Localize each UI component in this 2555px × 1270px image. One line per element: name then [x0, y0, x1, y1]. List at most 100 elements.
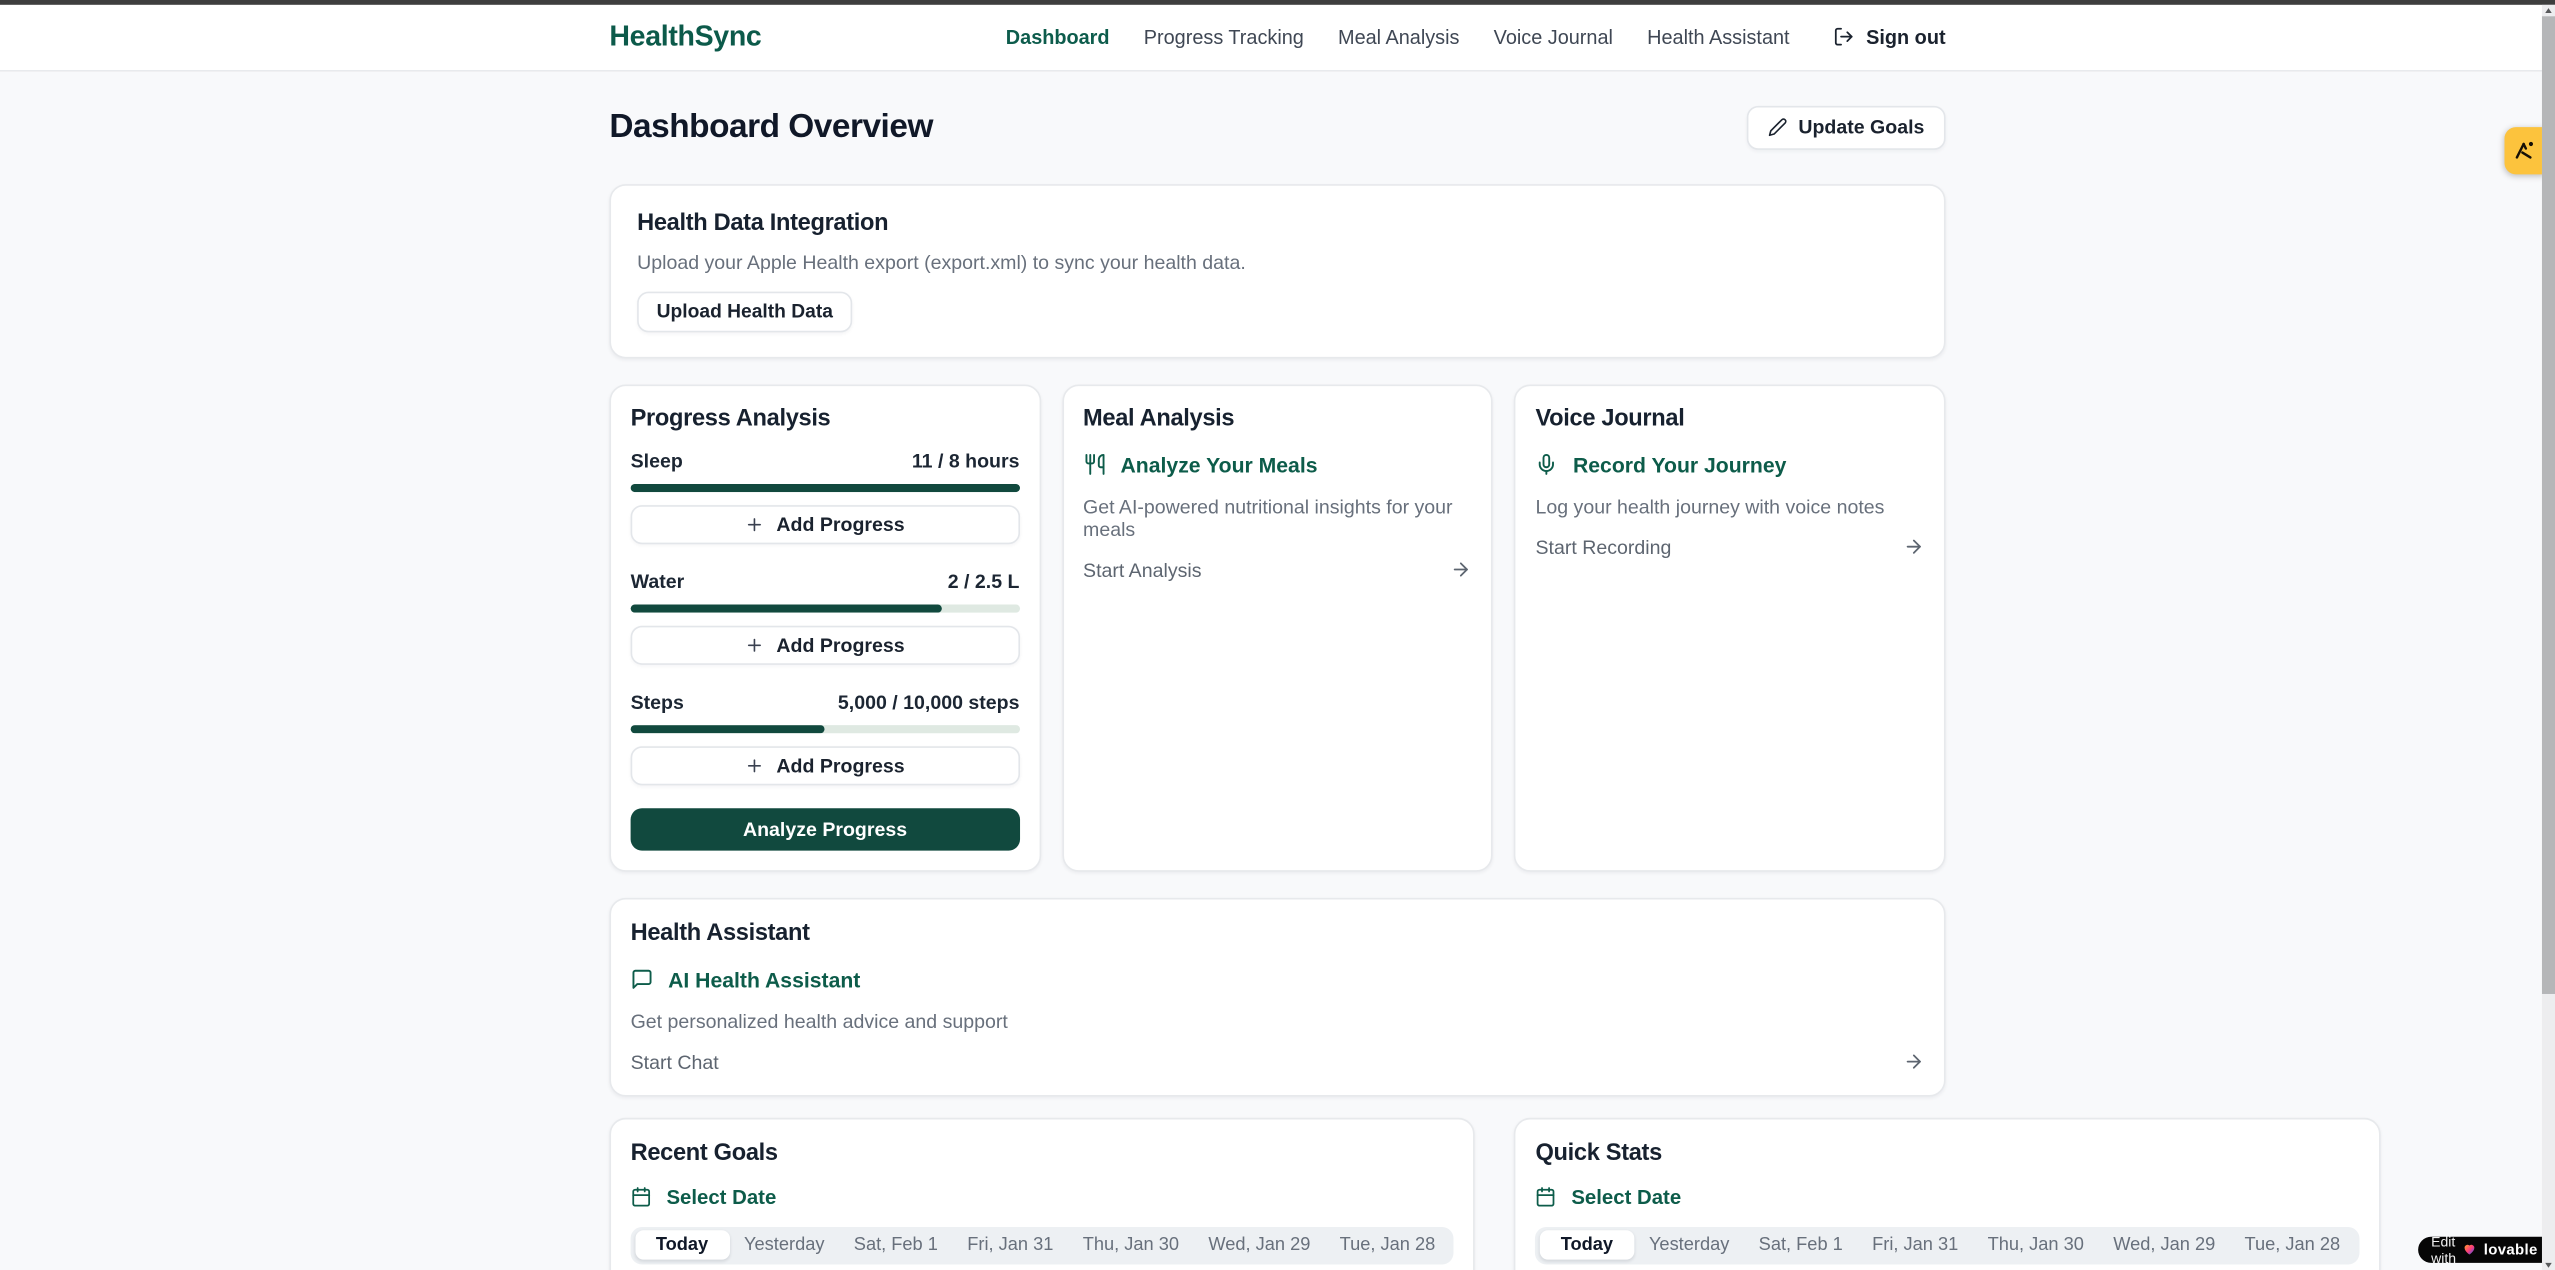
- lovable-heart-icon: [2463, 1242, 2478, 1257]
- steps-progressbar: [631, 724, 1020, 733]
- add-progress-steps-button[interactable]: Add Progress: [631, 746, 1020, 784]
- chat-bubble-icon: [631, 968, 654, 991]
- metric-sleep-value: 11 / 8 hours: [912, 449, 1020, 472]
- assistant-description: Get personalized health advice and suppo…: [631, 1010, 1925, 1033]
- metric-water: Water 2 / 2.5 L Add Progress: [631, 570, 1020, 665]
- update-goals-label: Update Goals: [1798, 116, 1924, 139]
- page-scrollbar[interactable]: [2542, 4, 2555, 1270]
- scrollbar-down-arrow-icon[interactable]: [2544, 1262, 2551, 1267]
- tab-today[interactable]: Today: [1540, 1230, 1635, 1259]
- add-progress-label: Add Progress: [776, 513, 904, 536]
- plus-icon: [745, 756, 765, 776]
- upload-health-data-button[interactable]: Upload Health Data: [637, 291, 852, 332]
- add-progress-water-button[interactable]: Add Progress: [631, 626, 1020, 664]
- scrollbar-up-arrow-icon[interactable]: [2544, 7, 2551, 12]
- scrollbar-thumb[interactable]: [2542, 16, 2555, 994]
- voice-journal-title: Voice Journal: [1535, 405, 1924, 431]
- add-progress-label: Add Progress: [776, 754, 904, 777]
- health-assistant-card: Health Assistant AI Health Assistant Get…: [609, 897, 1945, 1096]
- edit-with-label: Edit with: [2431, 1233, 2456, 1266]
- tab-fri-jan-31[interactable]: Fri, Jan 31: [953, 1230, 1068, 1259]
- progress-analysis-title: Progress Analysis: [631, 405, 1020, 431]
- nav-dashboard[interactable]: Dashboard: [1006, 25, 1110, 48]
- lovable-brand-label: lovable: [2484, 1241, 2538, 1257]
- analyze-progress-button[interactable]: Analyze Progress: [631, 808, 1020, 850]
- tab-thu-jan-30[interactable]: Thu, Jan 30: [1068, 1230, 1194, 1259]
- sign-out-label: Sign out: [1866, 25, 1945, 48]
- quick-stats-select-date[interactable]: Select Date: [1535, 1186, 2358, 1209]
- nav-meal-analysis[interactable]: Meal Analysis: [1338, 25, 1459, 48]
- water-progressbar-fill: [631, 604, 942, 613]
- health-data-integration-card: Health Data Integration Upload your Appl…: [609, 183, 1945, 357]
- add-progress-label: Add Progress: [776, 634, 904, 657]
- voice-journal-card: Voice Journal Record Your Journey Log yo…: [1514, 384, 1945, 871]
- nav-voice-journal[interactable]: Voice Journal: [1494, 25, 1613, 48]
- metric-sleep: Sleep 11 / 8 hours Add Progress: [631, 449, 1020, 544]
- tab-wed-jan-29[interactable]: Wed, Jan 29: [2099, 1230, 2230, 1259]
- tab-tue-jan-28[interactable]: Tue, Jan 28: [2230, 1230, 2355, 1259]
- tab-fri-jan-31[interactable]: Fri, Jan 31: [1857, 1230, 1972, 1259]
- arrow-right-icon: [1451, 559, 1472, 580]
- microphone-icon: [1535, 453, 1558, 476]
- tab-thu-jan-30[interactable]: Thu, Jan 30: [1973, 1230, 2099, 1259]
- plus-icon: [745, 515, 765, 535]
- tab-sat-feb-1[interactable]: Sat, Feb 1: [839, 1230, 952, 1259]
- meal-analysis-card: Meal Analysis Analyze Your Meals Get AI-…: [1062, 384, 1493, 871]
- integration-title: Health Data Integration: [637, 210, 1918, 236]
- add-progress-sleep-button[interactable]: Add Progress: [631, 505, 1020, 543]
- analyze-your-meals-link[interactable]: Analyze Your Meals: [1083, 452, 1472, 476]
- metric-sleep-label: Sleep: [631, 449, 683, 472]
- steps-progressbar-fill: [631, 724, 825, 733]
- record-your-journey-label: Record Your Journey: [1573, 452, 1786, 476]
- arrow-right-icon: [1903, 536, 1924, 557]
- sign-out-icon: [1834, 26, 1855, 47]
- progress-analysis-card: Progress Analysis Sleep 11 / 8 hours Add…: [609, 384, 1040, 871]
- lovable-editor-badge[interactable]: [2504, 127, 2545, 174]
- meal-analysis-title: Meal Analysis: [1083, 405, 1472, 431]
- recent-goals-title: Recent Goals: [631, 1140, 1454, 1166]
- start-chat-action[interactable]: Start Chat: [631, 1050, 1925, 1073]
- main-nav: Dashboard Progress Tracking Meal Analysi…: [1006, 25, 1946, 48]
- quick-stats-title: Quick Stats: [1535, 1140, 2358, 1166]
- health-assistant-title: Health Assistant: [631, 920, 1925, 946]
- app-viewport: HealthSync Dashboard Progress Tracking M…: [0, 0, 2555, 1270]
- calendar-icon: [1535, 1186, 1556, 1207]
- ai-health-assistant-link[interactable]: AI Health Assistant: [631, 967, 1925, 991]
- lovable-logo-icon: [2513, 139, 2537, 163]
- integration-description: Upload your Apple Health export (export.…: [637, 250, 1918, 273]
- metric-water-label: Water: [631, 570, 685, 593]
- tab-wed-jan-29[interactable]: Wed, Jan 29: [1194, 1230, 1325, 1259]
- start-analysis-action[interactable]: Start Analysis: [1083, 558, 1472, 581]
- start-recording-action[interactable]: Start Recording: [1535, 535, 1924, 558]
- nav-health-assistant[interactable]: Health Assistant: [1647, 25, 1789, 48]
- metric-steps: Steps 5,000 / 10,000 steps Add Progress: [631, 690, 1020, 785]
- select-date-label: Select Date: [1571, 1186, 1681, 1209]
- start-analysis-label: Start Analysis: [1083, 558, 1201, 581]
- record-your-journey-link[interactable]: Record Your Journey: [1535, 452, 1924, 476]
- recent-goals-select-date[interactable]: Select Date: [631, 1186, 1454, 1209]
- quick-stats-date-tabs: Today Yesterday Sat, Feb 1 Fri, Jan 31 T…: [1535, 1226, 2358, 1263]
- recent-goals-date-tabs: Today Yesterday Sat, Feb 1 Fri, Jan 31 T…: [631, 1226, 1454, 1263]
- metric-steps-value: 5,000 / 10,000 steps: [838, 690, 1020, 713]
- tab-yesterday[interactable]: Yesterday: [729, 1230, 839, 1259]
- edit-with-lovable-pill[interactable]: Edit with lovable ×: [2418, 1237, 2555, 1262]
- sign-out-button[interactable]: Sign out: [1834, 25, 1946, 48]
- calendar-icon: [631, 1186, 652, 1207]
- plus-icon: [745, 635, 765, 655]
- utensils-icon: [1083, 453, 1106, 476]
- ai-health-assistant-label: AI Health Assistant: [668, 967, 860, 991]
- metric-water-value: 2 / 2.5 L: [948, 570, 1020, 593]
- water-progressbar: [631, 604, 1020, 613]
- sleep-progressbar: [631, 483, 1020, 492]
- start-recording-label: Start Recording: [1535, 535, 1671, 558]
- tab-yesterday[interactable]: Yesterday: [1634, 1230, 1744, 1259]
- update-goals-button[interactable]: Update Goals: [1746, 105, 1945, 149]
- brand-logo[interactable]: HealthSync: [609, 20, 761, 54]
- top-navbar: HealthSync Dashboard Progress Tracking M…: [0, 4, 2555, 71]
- pencil-icon: [1767, 117, 1787, 137]
- tab-tue-jan-28[interactable]: Tue, Jan 28: [1325, 1230, 1450, 1259]
- nav-progress-tracking[interactable]: Progress Tracking: [1144, 25, 1304, 48]
- tab-sat-feb-1[interactable]: Sat, Feb 1: [1744, 1230, 1857, 1259]
- voice-description: Log your health journey with voice notes: [1535, 495, 1924, 518]
- tab-today[interactable]: Today: [635, 1230, 730, 1259]
